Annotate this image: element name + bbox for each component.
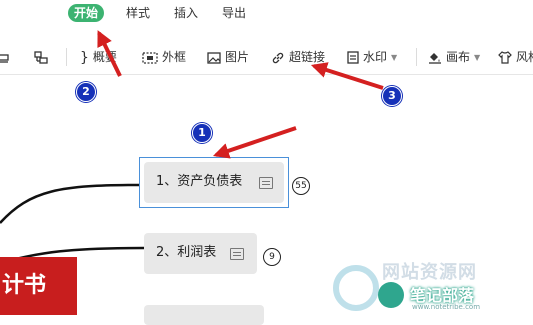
menu-start-tab[interactable]: 开始 <box>68 4 105 22</box>
menu-insert-tab[interactable]: 插入 <box>168 4 204 22</box>
frame-button[interactable]: 外框 <box>142 48 186 66</box>
watermark: 网站资源网 笔记部落 www.notetribe.com <box>330 258 533 315</box>
watermark-button[interactable]: 水印 ▼ <box>347 48 397 66</box>
canvas-button[interactable]: 画布 ▼ <box>428 48 480 66</box>
summary-button[interactable]: } 概要 <box>80 48 117 66</box>
insert-sibling-button[interactable] <box>0 48 14 66</box>
shirt-icon <box>498 51 512 64</box>
frame-icon <box>142 51 158 64</box>
menu-bar: 开始 样式 插入 导出 <box>0 0 533 28</box>
image-label: 图片 <box>225 50 250 64</box>
note-icon[interactable] <box>230 248 244 260</box>
toolbar: }概要 外框 图片 超链接 水印▼ 画布▼ 风格 <box>0 40 533 75</box>
topic-label: 2、利润表 <box>156 245 217 260</box>
paint-bucket-icon <box>429 53 441 64</box>
hyperlink-button[interactable]: 超链接 <box>271 48 325 66</box>
topic-node-balance-sheet[interactable]: 1、资产负债表 <box>144 162 284 203</box>
toolbar-divider <box>416 48 417 66</box>
frame-label: 外框 <box>162 50 187 64</box>
chevron-down-icon: ▼ <box>391 52 398 62</box>
hyperlink-label: 超链接 <box>289 50 326 64</box>
style-label: 风格 <box>516 50 533 64</box>
toolbar-divider <box>66 48 67 66</box>
annotation-badge-2: 2 <box>76 82 96 102</box>
insert-child-icon <box>34 50 48 64</box>
chevron-down-icon: ▼ <box>474 52 481 62</box>
canvas-label: 画布 <box>446 50 471 64</box>
topic-node-income-statement[interactable]: 2、利润表 <box>144 233 257 274</box>
insert-child-button[interactable] <box>34 48 52 66</box>
watermark-label: 水印 <box>363 50 388 64</box>
menu-export-tab[interactable]: 导出 <box>216 4 252 22</box>
watermark-icon <box>347 51 359 64</box>
topic-label: 1、资产负债表 <box>156 174 243 189</box>
brace-icon: } <box>80 49 89 66</box>
insert-sibling-icon <box>0 53 9 63</box>
watermark-badge: 笔记部落 www.notetribe.com <box>372 278 532 314</box>
annotation-badge-1: 1 <box>192 123 212 143</box>
menu-style-tab[interactable]: 样式 <box>120 4 156 22</box>
summary-label: 概要 <box>92 50 117 64</box>
root-topic-node[interactable]: 计书 <box>0 257 77 315</box>
note-icon[interactable] <box>259 177 273 189</box>
image-button[interactable]: 图片 <box>207 48 249 66</box>
child-count-badge[interactable]: 55 <box>292 177 310 195</box>
annotation-badge-3: 3 <box>382 86 402 106</box>
image-icon <box>207 51 221 64</box>
style-button[interactable]: 风格 <box>498 48 533 66</box>
leaf-icon <box>378 282 404 308</box>
topic-node-partial[interactable] <box>144 305 264 325</box>
child-count-badge[interactable]: 9 <box>263 248 281 266</box>
link-icon <box>272 52 284 63</box>
watermark-site-url: www.notetribe.com <box>412 303 481 311</box>
